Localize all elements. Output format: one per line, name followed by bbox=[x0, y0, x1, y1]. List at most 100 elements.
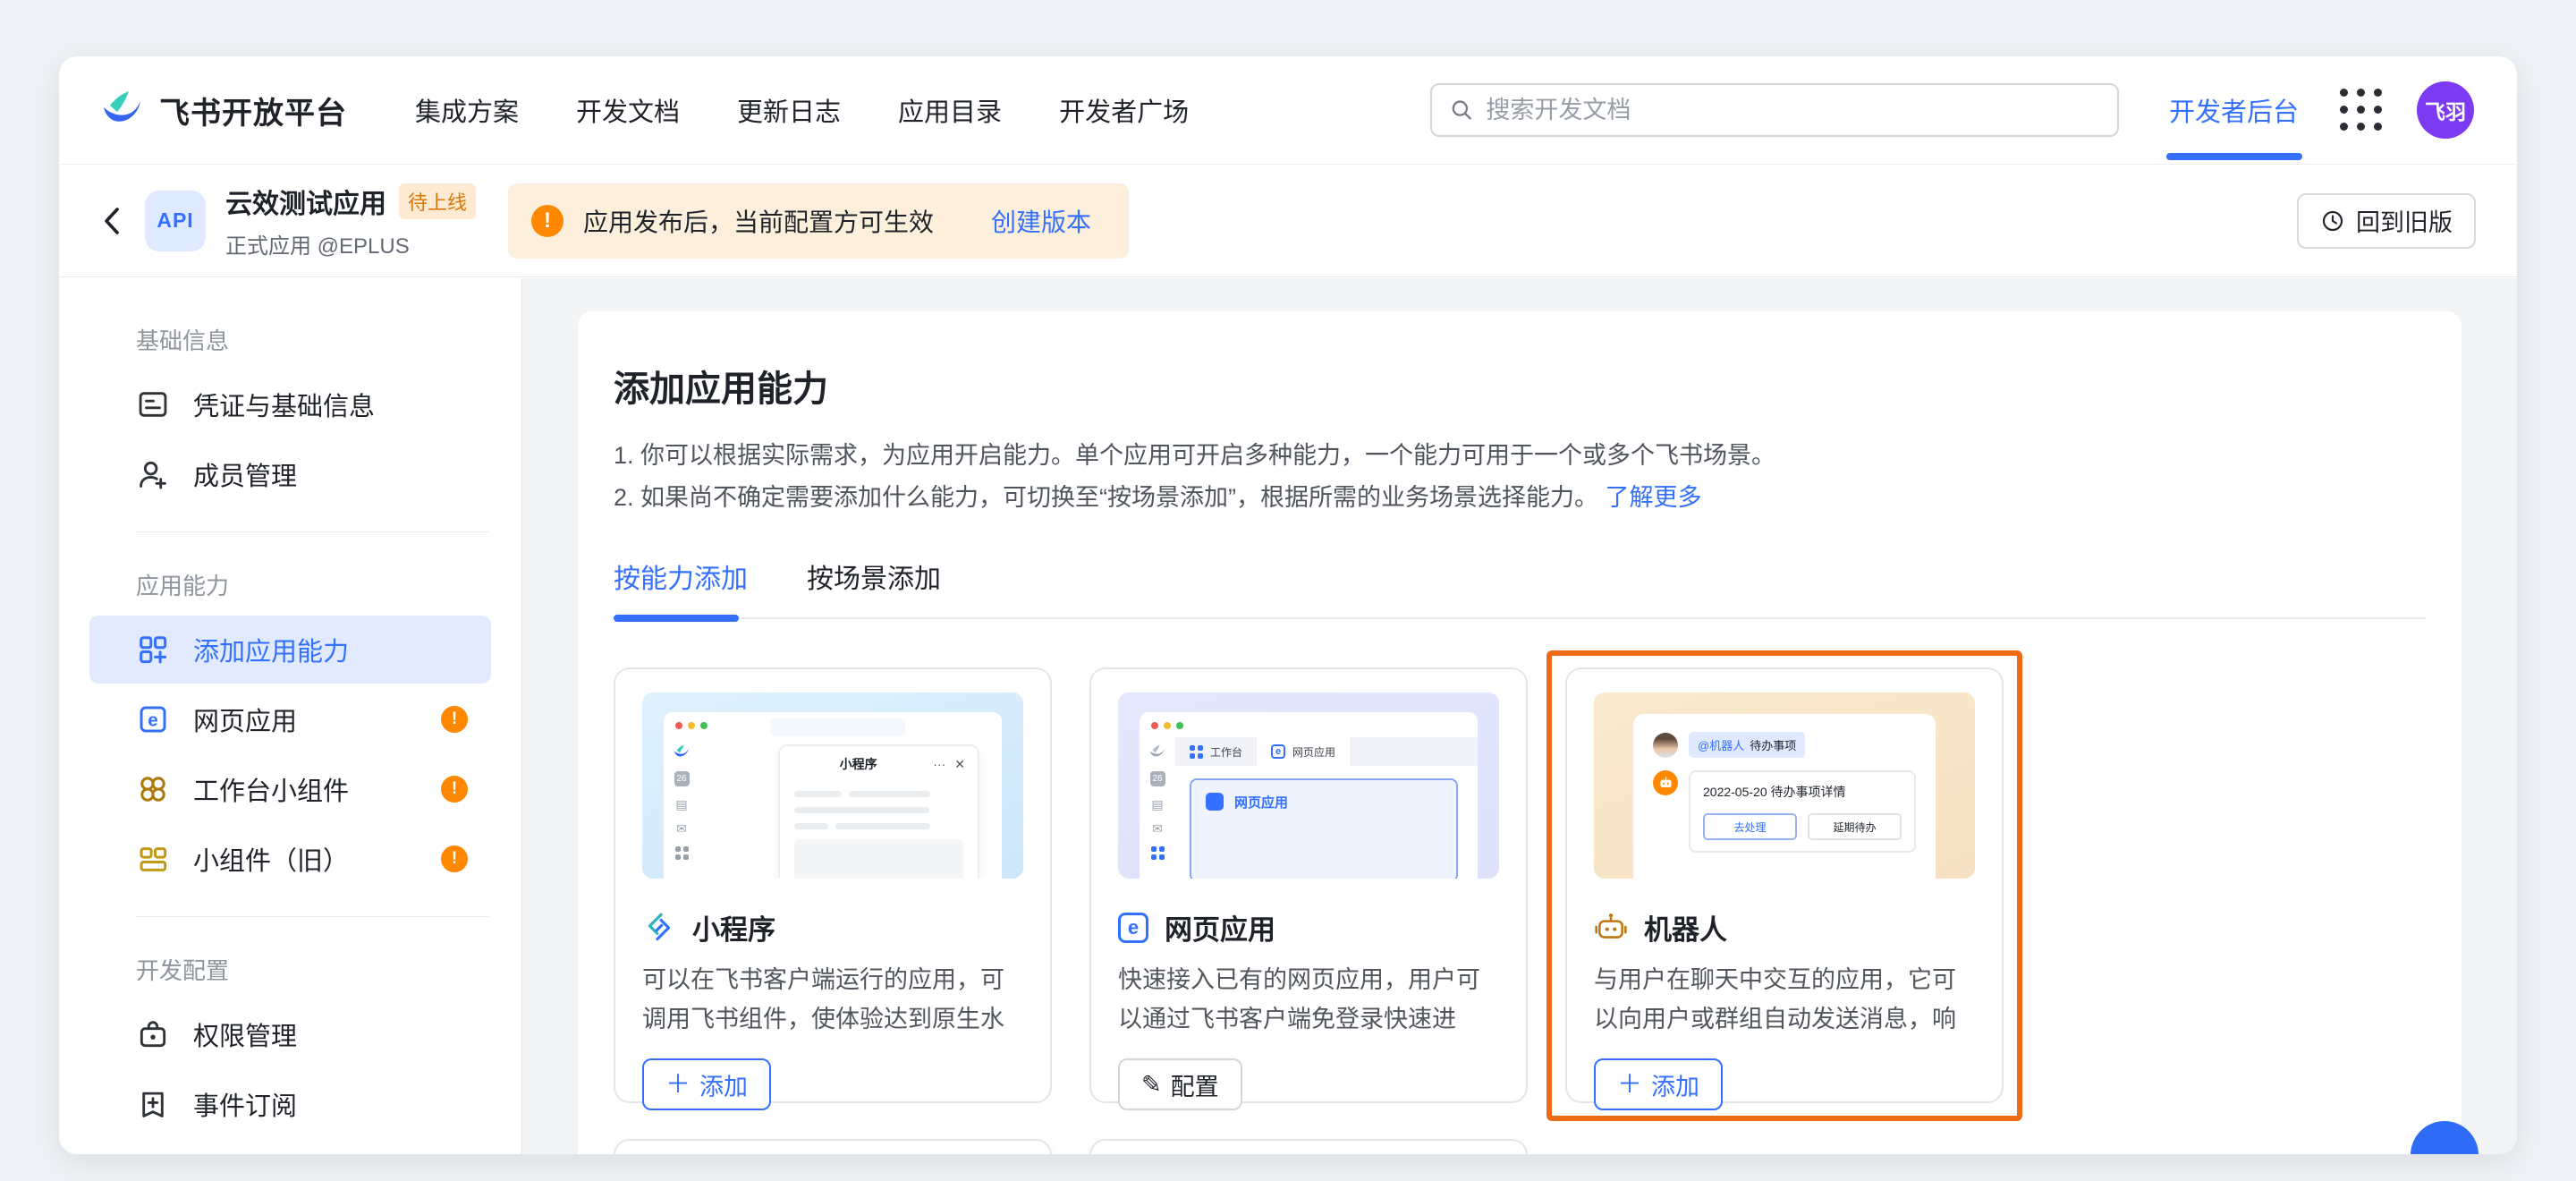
more-icon: ··· bbox=[933, 757, 945, 771]
nav-developer-plaza[interactable]: 开发者广场 bbox=[1059, 91, 1189, 129]
publish-warning-banner: ! 应用发布后，当前配置方可生效 创建版本 bbox=[508, 183, 1129, 259]
mock-tab-workplace: 工作台 bbox=[1175, 737, 1257, 766]
mock-web-content: 网页应用 bbox=[1190, 778, 1458, 879]
app-square-icon bbox=[1206, 793, 1224, 811]
traffic-light-dots-icon bbox=[1151, 722, 1183, 729]
sidebar-item-workplace-widget[interactable]: 工作台小组件 ! bbox=[89, 755, 491, 823]
warning-icon: ! bbox=[531, 205, 564, 237]
card-bot[interactable]: @机器人待办事项 bbox=[1565, 667, 2004, 1103]
create-version-link[interactable]: 创建版本 bbox=[991, 203, 1091, 239]
active-tab-underline bbox=[2166, 153, 2302, 160]
frame-body: 基础信息 凭证与基础信息 成员管理 应用能力 bbox=[59, 278, 2517, 1154]
sidebar-item-label: 工作台小组件 bbox=[193, 770, 349, 808]
tab-by-capability[interactable]: 按能力添加 bbox=[614, 557, 748, 596]
sidebar-item-widget-old[interactable]: 小组件（旧） ! bbox=[89, 825, 491, 893]
calendar-mini-icon: 26 bbox=[1150, 771, 1165, 786]
page-title: 添加应用能力 bbox=[614, 360, 2426, 412]
image-mini-icon: ▤ bbox=[675, 798, 687, 811]
alert-badge: ! bbox=[441, 706, 468, 733]
back-button[interactable] bbox=[100, 205, 122, 237]
next-row-cards bbox=[614, 1139, 2426, 1154]
bot-icon bbox=[1594, 911, 1628, 945]
grid-mini-icon bbox=[1190, 745, 1203, 759]
sidebar-divider bbox=[136, 916, 489, 917]
nav-docs[interactable]: 开发文档 bbox=[576, 91, 680, 129]
sidebar-item-web-app[interactable]: e 网页应用 ! bbox=[89, 685, 491, 753]
mail-mini-icon: ✉ bbox=[676, 822, 687, 835]
sidebar-item-label: 权限管理 bbox=[193, 1015, 297, 1053]
user-avatar bbox=[1653, 733, 1678, 758]
capability-cards: 26 ▤ ✉ 小程序 ··· ✕ bbox=[614, 667, 2426, 1103]
plus-icon: ＋ bbox=[665, 1072, 691, 1097]
sidebar-section-capability: 应用能力 bbox=[59, 556, 521, 614]
main-area: 添加应用能力 1. 你可以根据实际需求，为应用开启能力。单个应用可开启多种能力，… bbox=[522, 278, 2517, 1154]
app-name: 云效测试应用 bbox=[225, 182, 386, 221]
credential-icon bbox=[136, 387, 170, 421]
banner-text: 应用发布后，当前配置方可生效 bbox=[583, 203, 934, 239]
calendar-mini-icon: 26 bbox=[674, 771, 690, 786]
partial-card[interactable] bbox=[614, 1139, 1052, 1154]
permission-icon bbox=[136, 1017, 170, 1051]
tabs-divider bbox=[614, 617, 2426, 619]
grid-mini-icon bbox=[675, 846, 689, 860]
sidebar: 基础信息 凭证与基础信息 成员管理 应用能力 bbox=[59, 278, 522, 1154]
chevron-left-icon bbox=[100, 205, 122, 237]
sidebar-item-label: 成员管理 bbox=[193, 455, 297, 493]
sidebar-item-event-subscription[interactable]: 事件订阅 bbox=[89, 1070, 491, 1138]
card-web-app[interactable]: 26 ▤ ✉ 工作台 bbox=[1089, 667, 1528, 1103]
traffic-light-dots-icon bbox=[675, 722, 708, 729]
widget-old-icon bbox=[136, 842, 170, 876]
add-capability-icon bbox=[136, 633, 170, 667]
web-app-icon: e bbox=[136, 702, 170, 736]
description-line-1: 1. 你可以根据实际需求，为应用开启能力。单个应用可开启多种能力，一个能力可用于… bbox=[614, 435, 2426, 477]
developer-console-link[interactable]: 开发者后台 bbox=[2169, 91, 2299, 129]
alert-badge: ! bbox=[441, 845, 468, 872]
configure-web-app-button[interactable]: ✎ 配置 bbox=[1118, 1058, 1242, 1110]
nav-integration[interactable]: 集成方案 bbox=[415, 91, 519, 129]
card-description: 快速接入已有的网页应用，用户可以通过飞书客户端免登录快速进入。 bbox=[1118, 960, 1499, 1039]
user-avatar[interactable]: 飞羽 bbox=[2417, 81, 2474, 139]
web-app-illustration: 26 ▤ ✉ 工作台 bbox=[1118, 692, 1499, 879]
sidebar-item-security[interactable]: 安全设置 bbox=[89, 1140, 491, 1154]
app-header-bar: API 云效测试应用 待上线 正式应用 @EPLUS ! 应用发布后，当前配置方… bbox=[59, 165, 2517, 277]
tab-by-scene[interactable]: 按场景添加 bbox=[807, 557, 941, 596]
history-clock-icon bbox=[2320, 208, 2345, 234]
search-input[interactable] bbox=[1486, 97, 2099, 124]
add-mini-program-button[interactable]: ＋ 添加 bbox=[642, 1058, 771, 1110]
nav-app-directory[interactable]: 应用目录 bbox=[898, 91, 1002, 129]
brand[interactable]: 飞书开放平台 bbox=[102, 89, 347, 132]
sidebar-item-label: 网页应用 bbox=[193, 701, 297, 738]
app-meta: 云效测试应用 待上线 正式应用 @EPLUS bbox=[225, 182, 476, 259]
feishu-logo-icon bbox=[102, 90, 143, 130]
plus-icon: ＋ bbox=[1617, 1072, 1642, 1097]
feishu-mini-logo-icon bbox=[674, 744, 690, 760]
card-title: 网页应用 bbox=[1165, 907, 1275, 947]
content-panel: 添加应用能力 1. 你可以根据实际需求，为应用开启能力。单个应用可开启多种能力，… bbox=[578, 311, 2462, 1154]
mail-mini-icon: ✉ bbox=[1152, 822, 1163, 835]
sidebar-item-label: 小组件（旧） bbox=[193, 840, 349, 878]
sidebar-item-members[interactable]: 成员管理 bbox=[89, 440, 491, 508]
nav-changelog[interactable]: 更新日志 bbox=[737, 91, 841, 129]
sidebar-section-basic: 基础信息 bbox=[59, 310, 521, 369]
add-bot-button[interactable]: ＋ 添加 bbox=[1594, 1058, 1723, 1110]
card-description: 与用户在聊天中交互的应用，它可以向用户或群组自动发送消息，响应用户的消... bbox=[1594, 960, 1975, 1039]
app-launcher-icon[interactable] bbox=[2340, 89, 2383, 132]
sidebar-item-label: 凭证与基础信息 bbox=[193, 386, 375, 423]
sidebar-item-permissions[interactable]: 权限管理 bbox=[89, 1000, 491, 1068]
app-icon: API bbox=[145, 191, 206, 251]
sidebar-item-credentials[interactable]: 凭证与基础信息 bbox=[89, 370, 491, 438]
learn-more-link[interactable]: 了解更多 bbox=[1606, 484, 1702, 511]
member-icon bbox=[136, 457, 170, 491]
card-title: 小程序 bbox=[692, 907, 775, 947]
close-icon: ✕ bbox=[954, 757, 965, 772]
back-to-old-version-button[interactable]: 回到旧版 bbox=[2297, 193, 2476, 249]
card-mini-program[interactable]: 26 ▤ ✉ 小程序 ··· ✕ bbox=[614, 667, 1052, 1103]
sidebar-item-add-capability[interactable]: 添加应用能力 bbox=[89, 616, 491, 684]
search-icon bbox=[1450, 98, 1473, 123]
active-tab-indicator bbox=[614, 615, 739, 622]
description-line-2: 2. 如果尚不确定需要添加什么能力，可切换至“按场景添加”，根据所需的业务场景选… bbox=[614, 477, 2426, 519]
bot-avatar-icon bbox=[1653, 770, 1678, 795]
search-box[interactable] bbox=[1430, 83, 2119, 137]
card-title: 机器人 bbox=[1644, 907, 1727, 947]
partial-card[interactable] bbox=[1089, 1139, 1528, 1154]
